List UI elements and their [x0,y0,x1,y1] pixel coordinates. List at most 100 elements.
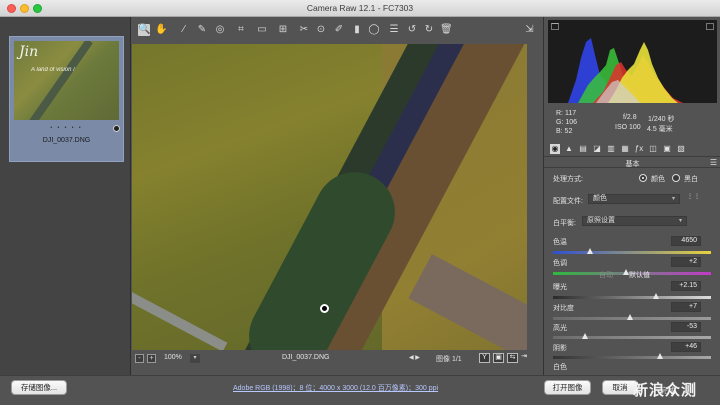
watermark-logo: 新浪众测 [633,382,698,399]
default-link[interactable]: 默认值 [629,270,650,280]
shadows-value[interactable]: +46 [671,342,701,352]
treatment-bw-radio[interactable] [672,174,680,182]
adjustment-brush-icon[interactable]: ✐ [333,24,345,36]
split-toning-tab-icon[interactable]: ▥ [606,144,616,154]
zoom-dropdown-icon[interactable]: ▾ [190,354,200,363]
shutter-speed: 1/240 秒 [648,116,675,123]
temperature-value[interactable]: 4650 [671,236,701,246]
preferences-icon[interactable]: ☰ [388,24,400,36]
zoom-level[interactable]: 100% [164,354,182,361]
panel-menu-icon[interactable]: ☰ [710,158,717,167]
color-sampler-icon[interactable]: ✎ [196,24,208,36]
title-bar: Camera Raw 12.1 - FC7303 [0,0,720,17]
treatment-color-radio[interactable] [639,174,647,182]
tint-value[interactable]: +2 [671,257,701,267]
profile-browser-grid-icon[interactable]: ⋮⋮ [687,194,700,206]
compare-view-button[interactable]: ▣ [493,353,504,363]
snapshots-tab-icon[interactable]: ▧ [676,144,686,154]
auto-link[interactable]: 自动 [599,270,613,280]
swap-settings-button[interactable]: ⇆ [507,353,518,363]
straighten-icon[interactable]: ▭ [256,24,268,36]
zoom-out-button[interactable]: - [135,354,144,363]
highlight-clipping-icon[interactable] [706,23,714,30]
temperature-slider[interactable] [553,251,711,254]
effects-tab-icon[interactable]: ƒx [634,144,644,154]
wb-value: 原照设置 [587,217,615,224]
detail-tab-icon[interactable]: ▤ [578,144,588,154]
save-image-button[interactable]: 存储图像... [11,380,67,395]
watermark-signature: Jin [19,44,39,60]
highlights-label: 高光 [553,325,567,332]
tone-curve-tab-icon[interactable]: ▲ [564,144,574,154]
highlights-slider-thumb[interactable] [582,333,588,339]
zoom-icon[interactable]: 🔍 [138,24,150,36]
chevron-down-icon: ▾ [678,218,682,224]
temperature-label: 色温 [553,239,567,246]
lens-corrections-tab-icon[interactable]: ▦ [620,144,630,154]
before-after-y-button[interactable]: Y [479,353,490,363]
contrast-label: 对比度 [553,305,574,312]
treatment-label: 处理方式: [553,176,583,183]
panel-title: 基本 [625,161,640,168]
trash-icon[interactable]: 🗑 [440,24,453,36]
aperture: f/2.8 [623,114,637,121]
copy-settings-button[interactable]: ⇥ [521,353,527,363]
red-eye-icon[interactable]: ⊙ [315,24,327,36]
image-counter: 图像 1/1 [436,356,462,363]
shadows-slider[interactable] [553,356,711,359]
exposure-slider[interactable] [553,296,711,299]
temperature-slider-thumb[interactable] [587,248,593,254]
wb-label: 白平衡: [553,220,576,227]
rating-dots[interactable]: • • • • • [10,125,123,131]
shadow-clipping-icon[interactable] [551,23,559,30]
rotate-ccw-icon[interactable]: ↺ [406,24,418,36]
zoom-in-button[interactable]: + [147,354,156,363]
exposure-value[interactable]: +2.15 [671,281,701,291]
profile-value: 颜色 [593,195,607,202]
image-nav-arrows[interactable]: ◀ ▶ [409,354,433,363]
highlights-slider[interactable] [553,336,711,339]
workflow-options-link[interactable]: Adobe RGB (1998)；8 位；4000 x 3000 (12.0 百… [233,383,438,393]
whites-label: 白色 [553,364,567,371]
exposure-slider-thumb[interactable] [653,293,659,299]
highlights-value[interactable]: -53 [671,322,701,332]
spot-removal-icon[interactable]: ✂ [298,24,310,36]
toolbar: 🔍 ✋ ⁄ ✎ ◎ ⌗ ▭ ⊞ ✂ ⊙ ✐ ▮ ◯ ☰ ↺ ↻ 🗑 [132,17,543,44]
adjustments-panel: R: 117 G: 106 B: 52 f/2.8 1/240 秒 ISO 10… [543,17,720,375]
presets-tab-icon[interactable]: ▣ [662,144,672,154]
filmstrip: Jin A land of vision / • • • • • DJI_003… [0,17,131,375]
readout-b: B: 52 [556,128,573,135]
radial-filter-icon[interactable]: ◯ [368,24,380,36]
profile-dropdown[interactable]: 颜色 ▾ [588,194,680,204]
contrast-slider-thumb[interactable] [627,314,633,320]
histogram-graph [568,38,683,103]
window-title: Camera Raw 12.1 - FC7303 [306,3,414,13]
filmstrip-item-selected[interactable]: Jin A land of vision / • • • • • DJI_003… [9,36,124,162]
toggle-fullscreen-icon[interactable]: ⇲ [523,24,536,36]
shadows-slider-thumb[interactable] [657,353,663,359]
profile-label: 配置文件: [553,198,583,205]
contrast-value[interactable]: +7 [671,302,701,312]
crop-icon[interactable]: ⌗ [235,24,247,36]
edited-badge-icon [113,125,120,132]
road-left [132,286,228,350]
panel-tabs: ◉ ▲ ▤ ◪ ▥ ▦ ƒx ◫ ▣ ▧ [550,144,716,155]
white-balance-icon[interactable]: ⁄ [178,24,190,36]
rotate-cw-icon[interactable]: ↻ [423,24,435,36]
chevron-down-icon: ▾ [671,196,675,202]
hand-icon[interactable]: ✋ [155,24,167,36]
open-image-button[interactable]: 打开图像 [544,380,591,395]
bottom-bar: 存储图像... Adobe RGB (1998)；8 位；4000 x 3000… [0,375,720,405]
image-preview[interactable] [132,44,527,350]
color-sampler-cursor-icon [320,304,329,313]
targeted-adjustment-icon[interactable]: ◎ [214,24,226,36]
white-balance-dropdown[interactable]: 原照设置 ▾ [582,216,687,226]
thumbnail-image[interactable]: Jin A land of vision / [14,41,119,120]
graduated-filter-icon[interactable]: ▮ [351,24,363,36]
hsl-tab-icon[interactable]: ◪ [592,144,602,154]
preview-filename: DJI_0037.DNG [282,354,330,361]
panel-header: 基本 ☰ [544,156,720,168]
calibration-tab-icon[interactable]: ◫ [648,144,658,154]
basic-tab-icon[interactable]: ◉ [550,144,560,154]
transform-icon[interactable]: ⊞ [277,24,289,36]
